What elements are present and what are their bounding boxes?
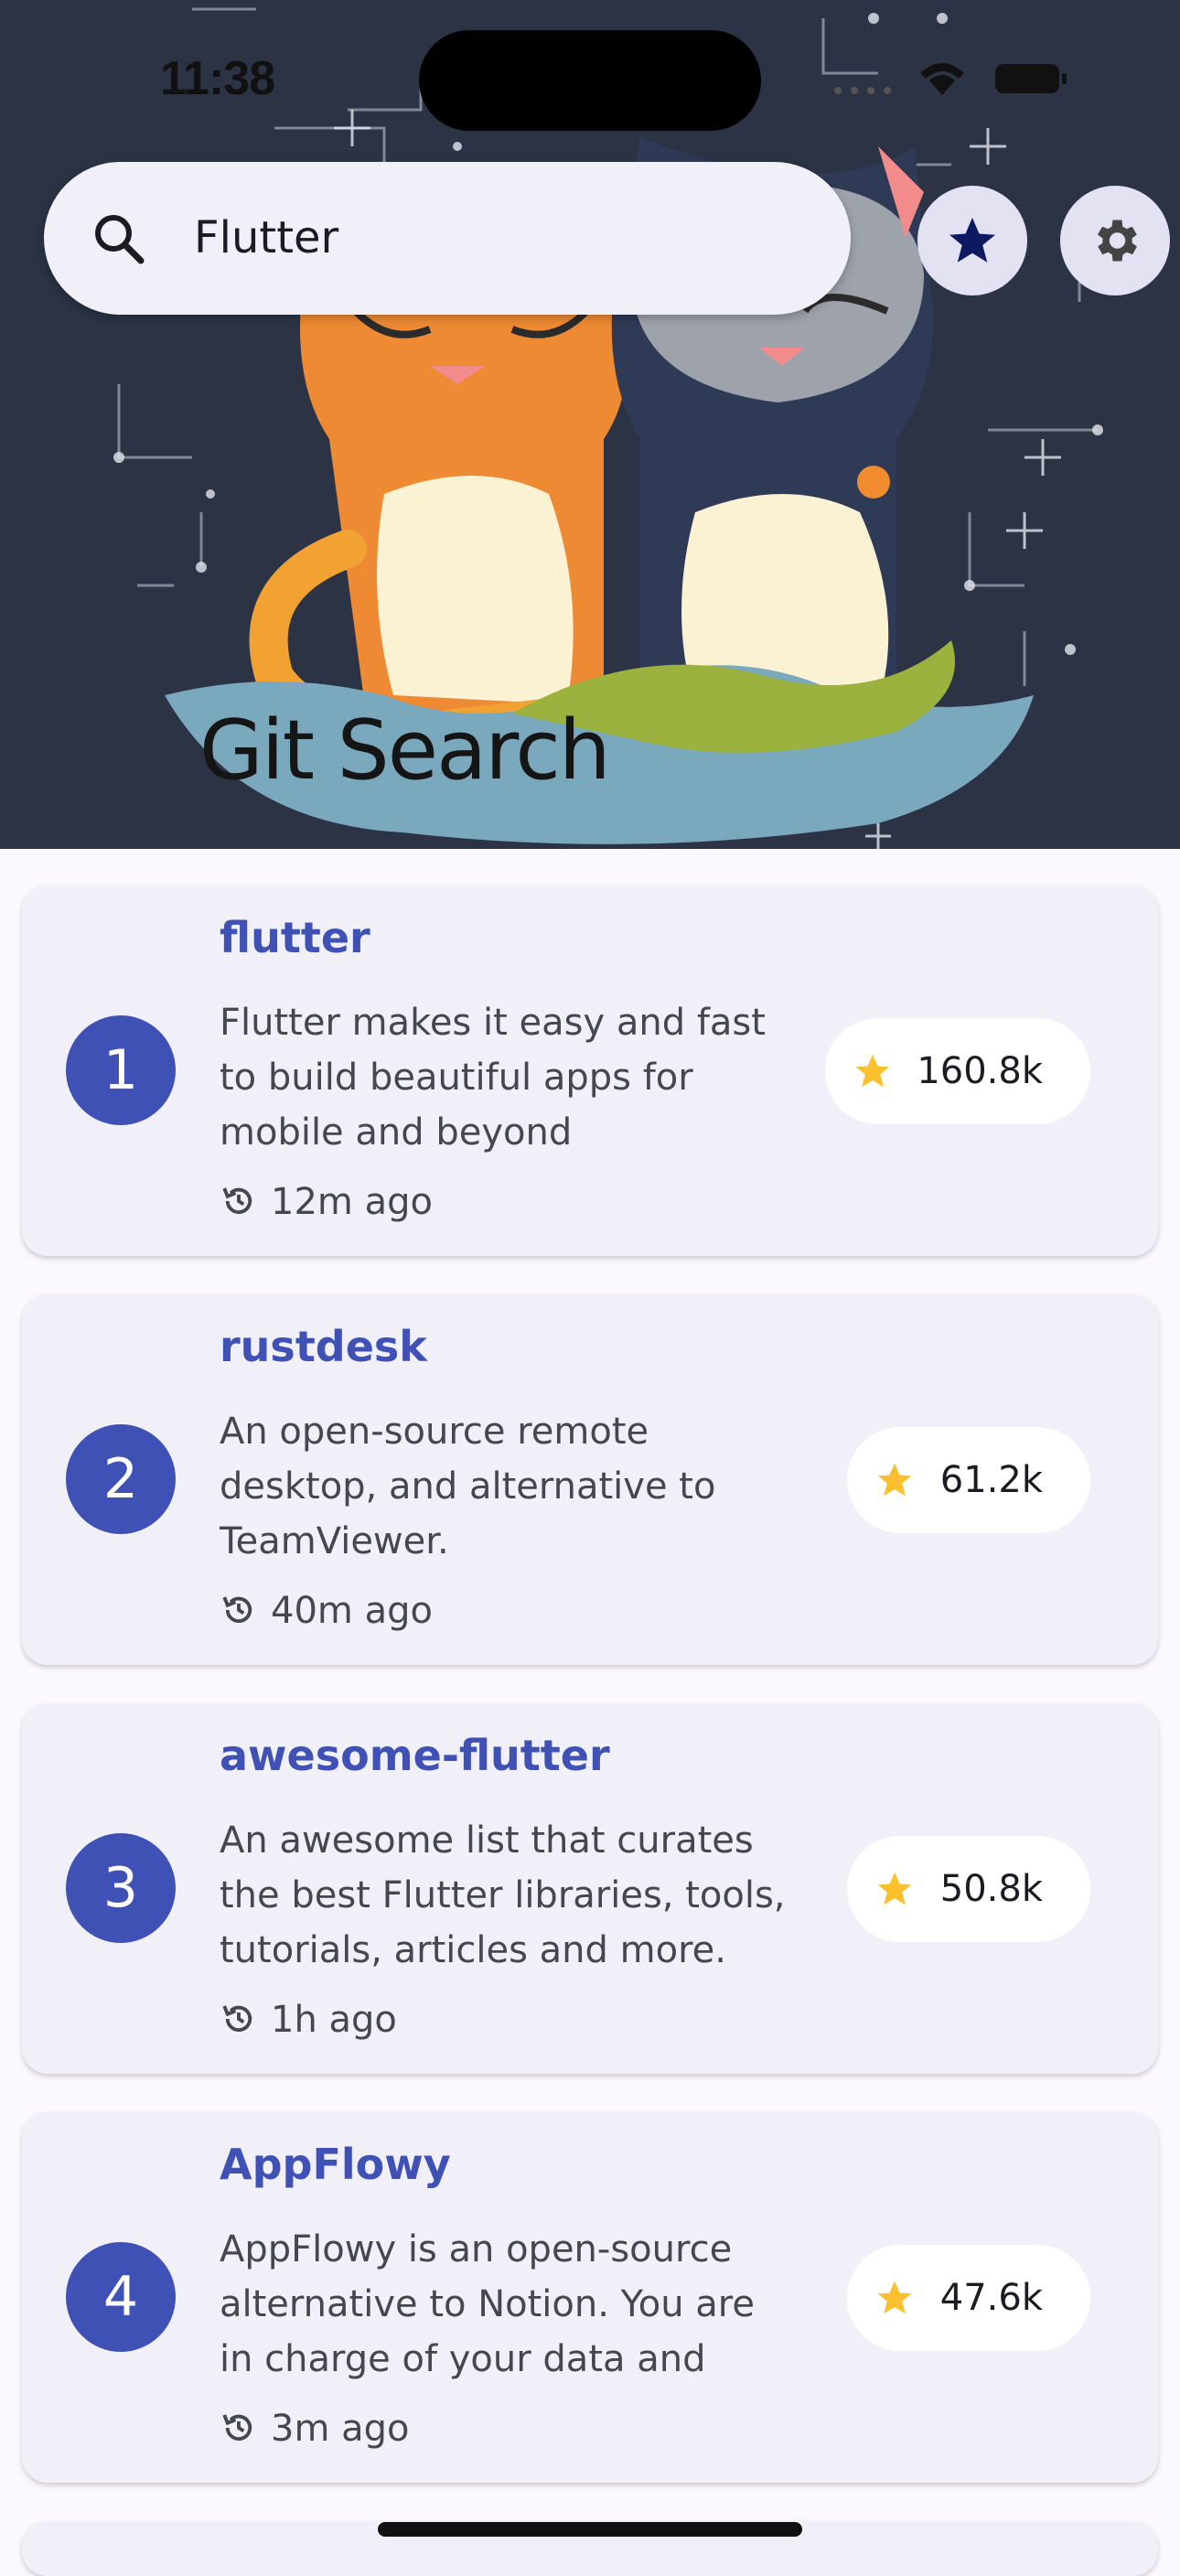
star-icon [877, 1463, 912, 1497]
favorites-button[interactable] [917, 186, 1027, 295]
repo-name[interactable]: flutter [220, 913, 370, 962]
star-icon [877, 2281, 912, 2314]
page-title: Git Search [199, 703, 611, 799]
star-icon [949, 218, 995, 263]
star-icon [855, 1054, 890, 1088]
repo-description: An open-source remote desktop, and alter… [220, 1411, 716, 1562]
updated-label: 12m ago [271, 1181, 433, 1223]
stars-count: 50.8k [939, 1868, 1043, 1910]
search-bar[interactable]: Flutter [44, 162, 851, 315]
rank-badge: 4 [66, 2242, 176, 2352]
cellular-icon [834, 87, 891, 94]
stars-chip: 50.8k [847, 1836, 1090, 1942]
history-icon [222, 1596, 252, 1623]
rank-badge: 3 [66, 1833, 176, 1943]
gear-icon [1098, 220, 1137, 262]
search-input[interactable]: Flutter [194, 206, 338, 270]
updated-label: 1h ago [271, 1999, 397, 2041]
rank-badge: 2 [66, 1424, 176, 1534]
status-time: 11:38 [160, 52, 275, 105]
stars-count: 47.6k [939, 2277, 1043, 2319]
repo-description: Flutter makes it easy and fast to build … [220, 1002, 766, 1154]
stars-chip: 160.8k [825, 1018, 1090, 1124]
status-icons [834, 63, 1067, 95]
updated-label: 3m ago [271, 2408, 410, 2450]
repo-name[interactable]: rustdesk [220, 1322, 427, 1371]
rank-badge: 1 [66, 1015, 176, 1125]
repo-name[interactable]: awesome-flutter [220, 1731, 610, 1780]
repo-name[interactable]: AppFlowy [220, 2140, 451, 2189]
history-icon [222, 1187, 252, 1214]
repo-description: AppFlowy is an open-source alternative t… [220, 2228, 755, 2380]
repo-description: An awesome list that curates the best Fl… [220, 1819, 786, 1971]
home-indicator[interactable] [378, 2522, 802, 2537]
repo-card[interactable]: 2 rustdesk An open-source remote desktop… [22, 1294, 1158, 1665]
repo-card[interactable]: 1 flutter Flutter makes it easy and fast… [22, 886, 1158, 1256]
history-icon [222, 2414, 252, 2441]
stars-chip: 47.6k [847, 2245, 1090, 2351]
search-icon [95, 215, 145, 264]
star-icon [877, 1872, 912, 1905]
repo-card[interactable]: 3 awesome-flutter An awesome list that c… [22, 1703, 1158, 2074]
wifi-icon [920, 63, 964, 95]
stars-chip: 61.2k [847, 1427, 1090, 1533]
repo-card[interactable]: 4 AppFlowy AppFlowy is an open-source al… [22, 2112, 1158, 2483]
updated-label: 40m ago [271, 1590, 433, 1632]
history-icon [222, 2005, 252, 2032]
dynamic-island [419, 30, 761, 131]
stars-count: 61.2k [939, 1459, 1043, 1501]
battery-icon [995, 64, 1067, 93]
stars-count: 160.8k [917, 1050, 1043, 1092]
settings-button[interactable] [1060, 186, 1170, 295]
